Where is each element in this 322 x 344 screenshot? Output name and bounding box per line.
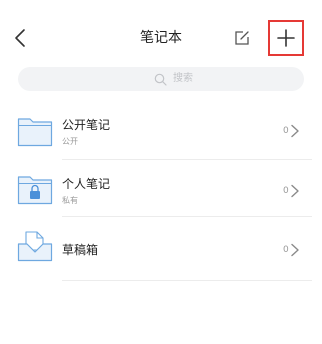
notebook-name: 个人笔记 <box>62 177 111 191</box>
notebook-visibility: 私有 <box>62 196 78 205</box>
divider <box>62 280 312 281</box>
search-bar[interactable]: 搜索 <box>18 67 304 91</box>
notebook-visibility: 公开 <box>62 137 78 146</box>
search-inner: 搜索 <box>154 71 193 87</box>
notebook-count: 0 <box>283 186 289 196</box>
edit-icon <box>235 31 249 45</box>
chevron-right-icon <box>291 243 299 257</box>
edit-button[interactable] <box>232 28 252 48</box>
notebook-name: 公开笔记 <box>62 118 111 132</box>
add-notebook-button[interactable] <box>268 20 304 56</box>
search-placeholder: 搜索 <box>173 73 193 84</box>
notebook-row-drafts[interactable]: 草稿箱 0 <box>0 217 322 273</box>
chevron-right-icon <box>291 184 299 198</box>
top-bar: 笔记本 <box>0 0 322 72</box>
search-icon <box>154 73 167 86</box>
notebook-row-public[interactable]: 公开笔记 公开 0 <box>0 103 322 159</box>
notebook-row-private[interactable]: 个人笔记 私有 0 <box>0 160 322 216</box>
notebook-count: 0 <box>283 245 289 255</box>
drafts-tray-icon <box>17 231 53 262</box>
notebook-count: 0 <box>283 126 289 136</box>
chevron-right-icon <box>291 124 299 138</box>
folder-icon <box>17 118 53 147</box>
notebook-name: 草稿箱 <box>62 243 99 257</box>
locked-folder-icon <box>17 176 53 205</box>
plus-icon <box>277 29 295 47</box>
